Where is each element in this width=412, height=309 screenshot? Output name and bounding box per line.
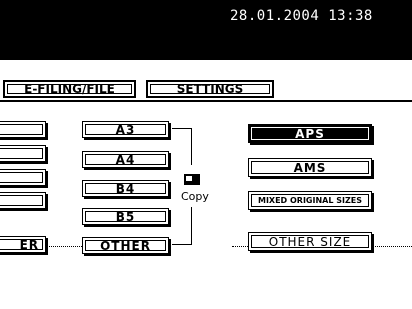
- paper-size-b5-label: B5: [115, 209, 136, 224]
- bracket-lower-vertical: [191, 207, 192, 244]
- top-bar: 28.01.2004 13:38: [0, 0, 412, 60]
- paper-size-b4-label: B4: [115, 181, 136, 196]
- ams-button[interactable]: AMS: [248, 158, 372, 177]
- other-size-button[interactable]: OTHER SIZE: [248, 232, 372, 251]
- paper-size-b4-button[interactable]: B4: [82, 180, 169, 197]
- dotted-connector-left: [46, 246, 82, 247]
- paper-size-a3-label: A3: [115, 122, 136, 137]
- paper-size-b5-button[interactable]: B5: [82, 208, 169, 225]
- mixed-original-sizes-label: MIXED ORIGINAL SIZES: [257, 196, 362, 205]
- tab-settings[interactable]: SETTINGS: [146, 80, 274, 98]
- left-partial-button-1[interactable]: [0, 121, 46, 138]
- ams-button-label: AMS: [293, 160, 327, 175]
- tab-e-filing-file-label: E-FILING/FILE: [24, 82, 115, 96]
- aps-button[interactable]: APS: [248, 124, 372, 143]
- paper-size-other-label: OTHER: [100, 238, 151, 253]
- left-partial-button-4[interactable]: [0, 192, 46, 209]
- mixed-original-sizes-button[interactable]: MIXED ORIGINAL SIZES: [248, 191, 372, 210]
- tab-e-filing-file[interactable]: E-FILING/FILE: [3, 80, 136, 98]
- paper-size-a3-button[interactable]: A3: [82, 121, 169, 138]
- left-partial-button-other-label: ER: [19, 237, 39, 252]
- bracket-bottom: [172, 244, 192, 245]
- copy-paper-icon: [184, 174, 200, 185]
- paper-size-a4-label: A4: [115, 152, 136, 167]
- other-size-label: OTHER SIZE: [268, 234, 352, 249]
- left-partial-button-3[interactable]: [0, 169, 46, 186]
- tab-settings-label: SETTINGS: [176, 82, 244, 96]
- left-partial-button-2[interactable]: [0, 145, 46, 162]
- date-time-display: 28.01.2004 13:38: [230, 8, 373, 24]
- bracket-top: [172, 128, 192, 129]
- paper-size-a4-button[interactable]: A4: [82, 151, 169, 168]
- left-partial-button-other[interactable]: ER: [0, 236, 46, 253]
- bracket-upper-vertical: [191, 128, 192, 165]
- paper-size-other-button[interactable]: OTHER: [82, 237, 169, 254]
- aps-button-label: APS: [295, 126, 325, 141]
- copy-label: Copy: [181, 190, 209, 203]
